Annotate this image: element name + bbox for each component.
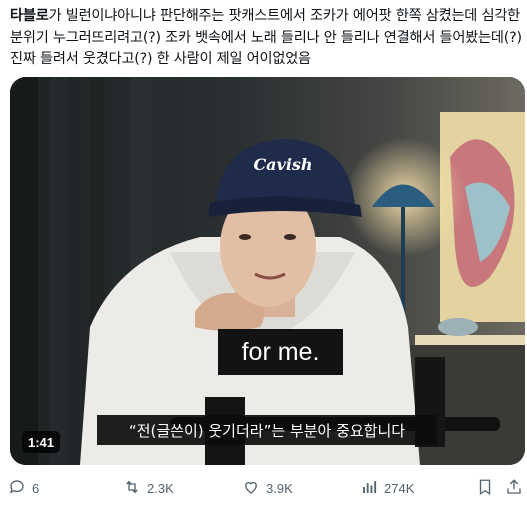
share-button[interactable]: [505, 478, 523, 498]
repost-button[interactable]: 2.3K: [123, 478, 174, 498]
video-frame: Cavish: [10, 77, 525, 465]
action-bar: 6 2.3K 3.9K 274K: [0, 474, 527, 502]
subtitle-korean: “전(글쓴이) 웃기더라”는 부분아 중요합니다: [97, 415, 437, 445]
share-icon: [505, 478, 523, 499]
repost-count: 2.3K: [147, 480, 174, 496]
like-icon: [242, 478, 260, 499]
views-button[interactable]: 274K: [360, 478, 414, 498]
like-count: 3.9K: [266, 480, 293, 496]
reply-count: 6: [32, 480, 40, 496]
video-duration-badge: 1:41: [22, 431, 61, 453]
reply-button[interactable]: 6: [8, 478, 39, 498]
bookmark-icon: [476, 478, 494, 499]
views-count: 274K: [384, 480, 415, 496]
post-line-1-rest: 가 빌런이냐아니냐 판단해주는 팟캐스트에서 조카가 에어팟 한쪽 삼켰는데 심…: [48, 8, 521, 24]
post-line-2: 분위기 누그러뜨리려고(?) 조카 뱃속에서 노래 들리나 안 들리나 연결해서…: [10, 29, 522, 46]
like-button[interactable]: 3.9K: [242, 478, 293, 498]
post-line-3: 진짜 들려서 웃겼다고(?) 한 사람이 제일 어이없었음: [10, 51, 311, 67]
highlight-name[interactable]: 타블로: [10, 8, 49, 24]
subtitle-english: for me.: [218, 329, 343, 375]
bookmark-button[interactable]: [476, 478, 494, 498]
video-player[interactable]: Cavish for me. “전(글쓴이) 웃기더라”는 부분아 중요합니다 …: [10, 77, 525, 465]
reply-icon: [8, 478, 26, 499]
views-icon: [360, 478, 378, 499]
cap-brand-text: Cavish: [253, 155, 312, 174]
repost-icon: [123, 478, 141, 499]
post-line-1: 타블로가 빌런이냐아니냐 판단해주는 팟캐스트에서 조카가 에어팟 한쪽 삼켰는…: [10, 6, 520, 28]
post-text: 타블로가 빌런이냐아니냐 판단해주는 팟캐스트에서 조카가 에어팟 한쪽 삼켰는…: [10, 6, 522, 71]
